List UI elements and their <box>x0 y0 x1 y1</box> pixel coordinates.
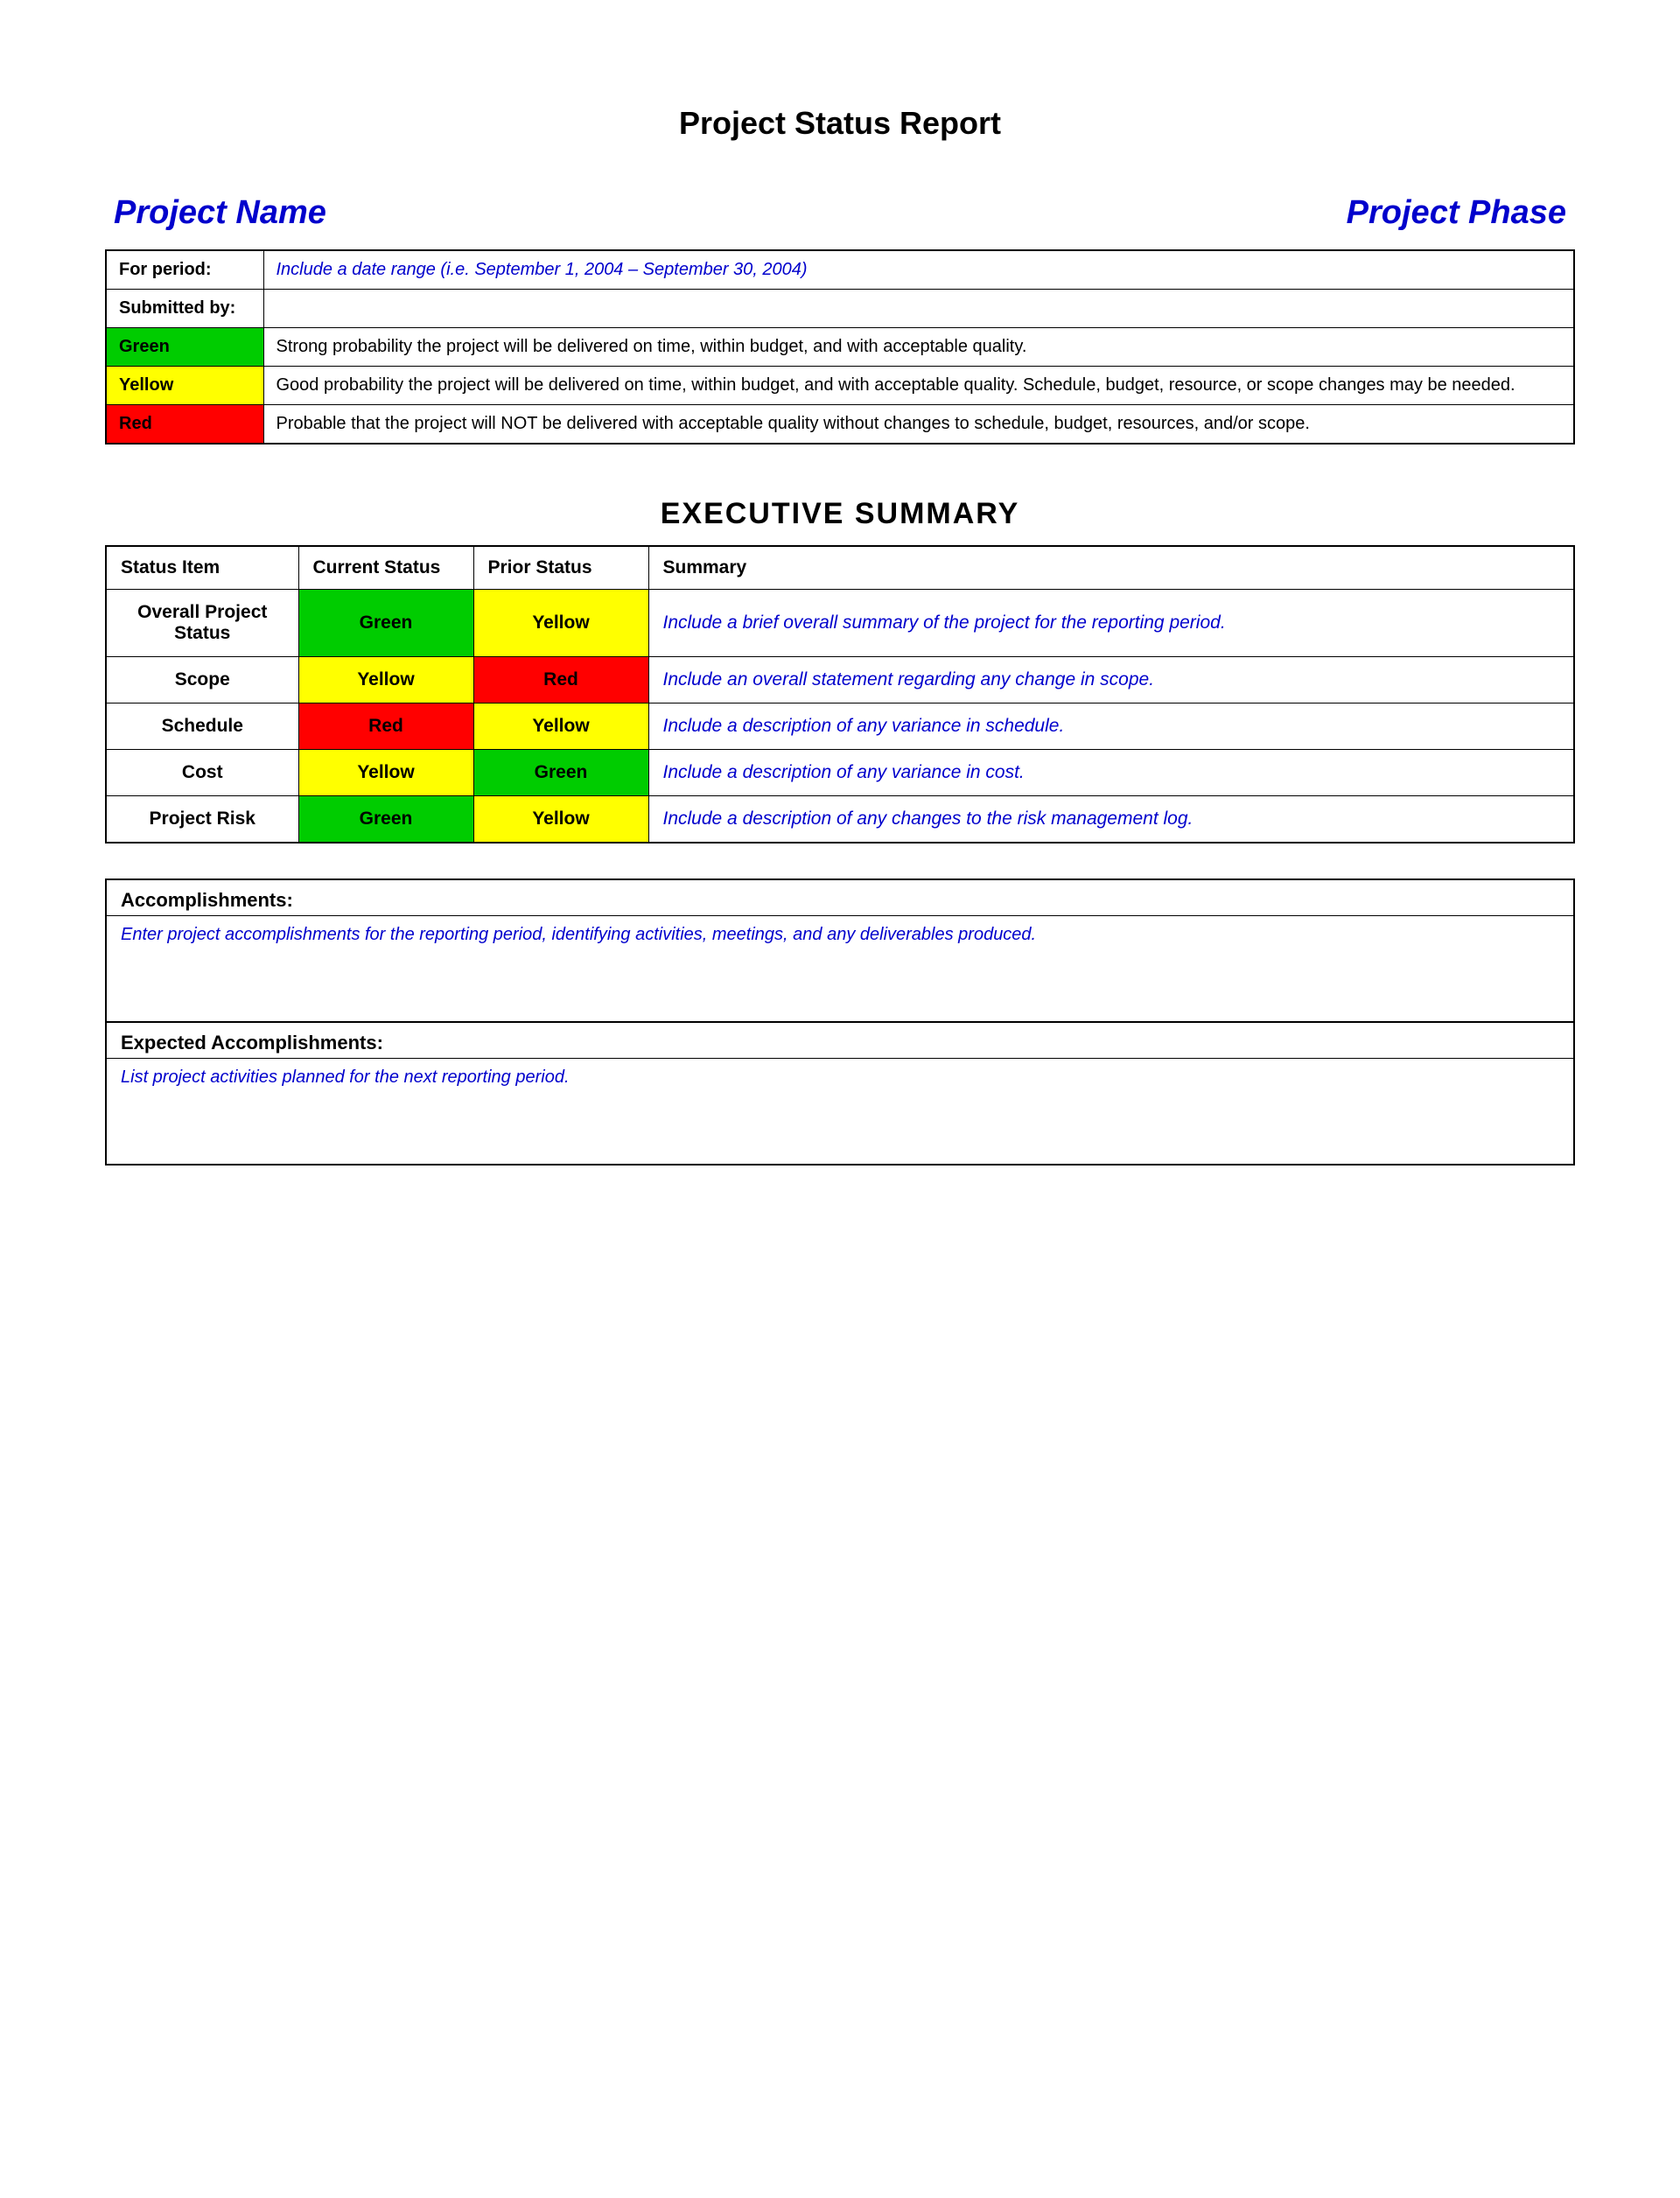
schedule-item: Schedule <box>106 704 298 750</box>
red-status-label: Red <box>106 405 263 444</box>
overall-project-status-item: Overall ProjectStatus <box>106 590 298 657</box>
page-title: Project Status Report <box>105 105 1575 142</box>
executive-summary-title: EXECUTIVE SUMMARY <box>105 497 1575 531</box>
accomplishments-content: Enter project accomplishments for the re… <box>107 916 1573 1021</box>
col-current-status: Current Status <box>298 546 473 590</box>
scope-summary: Include an overall statement regarding a… <box>648 657 1574 704</box>
cost-item: Cost <box>106 750 298 796</box>
project-risk-summary: Include a description of any changes to … <box>648 796 1574 844</box>
schedule-current-status: Red <box>298 704 473 750</box>
submitted-by-value <box>263 290 1574 328</box>
table-row: Schedule Red Yellow Include a descriptio… <box>106 704 1574 750</box>
expected-accomplishments-content: List project activities planned for the … <box>107 1059 1573 1164</box>
scope-prior-status: Red <box>473 657 648 704</box>
header-row: Project Name Project Phase <box>105 194 1575 232</box>
cost-summary: Include a description of any variance in… <box>648 750 1574 796</box>
table-row: Scope Yellow Red Include an overall stat… <box>106 657 1574 704</box>
overall-current-status: Green <box>298 590 473 657</box>
for-period-label: For period: <box>106 250 263 290</box>
expected-accomplishments-section: Expected Accomplishments: List project a… <box>105 1023 1575 1166</box>
project-risk-prior-status: Yellow <box>473 796 648 844</box>
table-row: Project Risk Green Yellow Include a desc… <box>106 796 1574 844</box>
green-status-label: Green <box>106 328 263 367</box>
accomplishments-header: Accomplishments: <box>107 880 1573 916</box>
col-prior-status: Prior Status <box>473 546 648 590</box>
cost-current-status: Yellow <box>298 750 473 796</box>
project-phase-label: Project Phase <box>1347 194 1566 232</box>
red-status-desc: Probable that the project will NOT be de… <box>263 405 1574 444</box>
table-row: Overall ProjectStatus Green Yellow Inclu… <box>106 590 1574 657</box>
overall-summary: Include a brief overall summary of the p… <box>648 590 1574 657</box>
exec-table-header: Status Item Current Status Prior Status … <box>106 546 1574 590</box>
scope-item: Scope <box>106 657 298 704</box>
info-table: For period: Include a date range (i.e. S… <box>105 249 1575 444</box>
overall-prior-status: Yellow <box>473 590 648 657</box>
executive-summary-table: Status Item Current Status Prior Status … <box>105 545 1575 844</box>
scope-current-status: Yellow <box>298 657 473 704</box>
col-status-item: Status Item <box>106 546 298 590</box>
yellow-status-desc: Good probability the project will be del… <box>263 367 1574 405</box>
for-period-row: For period: Include a date range (i.e. S… <box>106 250 1574 290</box>
schedule-summary: Include a description of any variance in… <box>648 704 1574 750</box>
accomplishments-section: Accomplishments: Enter project accomplis… <box>105 878 1575 1023</box>
schedule-prior-status: Yellow <box>473 704 648 750</box>
project-risk-current-status: Green <box>298 796 473 844</box>
status-red-row: Red Probable that the project will NOT b… <box>106 405 1574 444</box>
project-name-label: Project Name <box>114 194 326 232</box>
status-yellow-row: Yellow Good probability the project will… <box>106 367 1574 405</box>
cost-prior-status: Green <box>473 750 648 796</box>
status-green-row: Green Strong probability the project wil… <box>106 328 1574 367</box>
table-row: Cost Yellow Green Include a description … <box>106 750 1574 796</box>
yellow-status-label: Yellow <box>106 367 263 405</box>
submitted-by-row: Submitted by: <box>106 290 1574 328</box>
col-summary: Summary <box>648 546 1574 590</box>
green-status-desc: Strong probability the project will be d… <box>263 328 1574 367</box>
expected-accomplishments-header: Expected Accomplishments: <box>107 1023 1573 1059</box>
for-period-value: Include a date range (i.e. September 1, … <box>263 250 1574 290</box>
submitted-by-label: Submitted by: <box>106 290 263 328</box>
project-risk-item: Project Risk <box>106 796 298 844</box>
